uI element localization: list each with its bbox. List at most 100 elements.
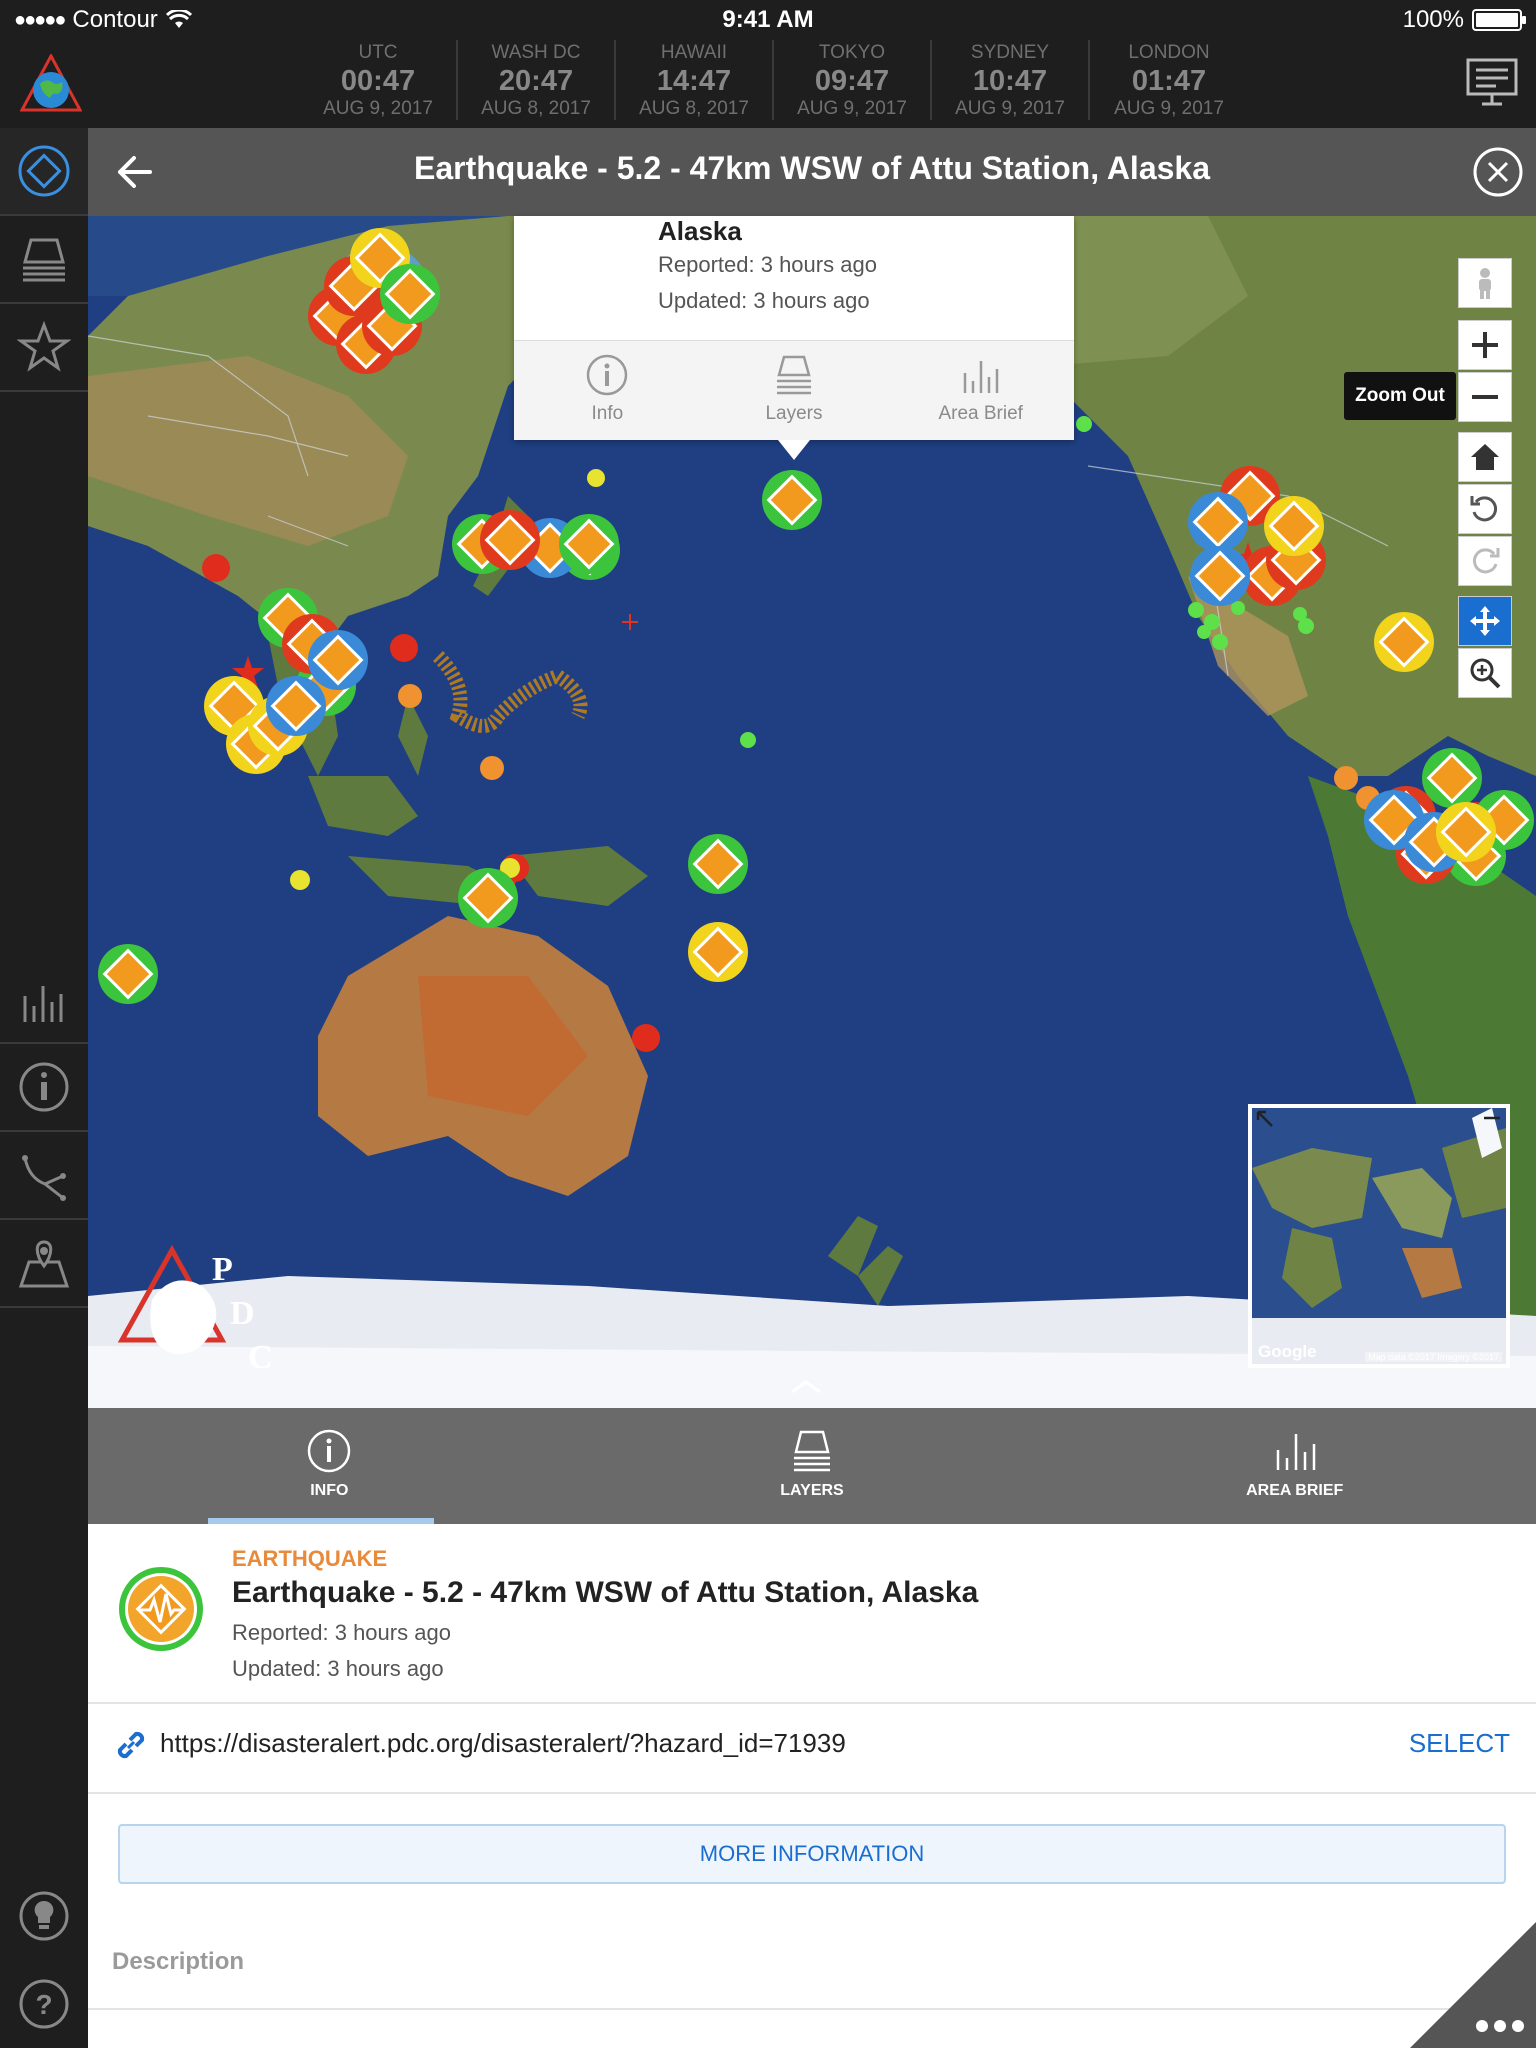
rail-route-button[interactable] bbox=[0, 1132, 88, 1220]
description-label: Description bbox=[112, 1948, 245, 1975]
bar-chart-icon bbox=[1276, 1434, 1315, 1470]
rotate-left-button[interactable] bbox=[1458, 484, 1512, 534]
clock-date: AUG 8, 2017 bbox=[481, 98, 591, 119]
map-pin-icon bbox=[18, 1240, 70, 1288]
clock-time: 09:47 bbox=[814, 65, 890, 97]
hazard-diamond-icon bbox=[18, 145, 70, 197]
globe-logo-icon[interactable] bbox=[20, 54, 82, 116]
rail-help-button[interactable]: ? bbox=[0, 1960, 88, 2048]
clock-time: 14:47 bbox=[656, 65, 732, 97]
pdc-letter-d: D bbox=[230, 1295, 255, 1332]
hazard-detail-panel: EARTHQUAKE Earthquake - 5.2 - 47km WSW o… bbox=[88, 1524, 1536, 2048]
clock-city: WASH DC bbox=[491, 42, 581, 63]
tab-layers[interactable]: LAYERS bbox=[571, 1408, 1054, 1524]
zoom-out-button[interactable] bbox=[1458, 372, 1512, 422]
rail-area-brief-button[interactable] bbox=[0, 956, 88, 1044]
street-view-button[interactable] bbox=[1458, 258, 1512, 308]
info-icon bbox=[308, 1429, 351, 1473]
clock-date: AUG 9, 2017 bbox=[323, 98, 433, 119]
left-nav-rail: ? bbox=[0, 128, 88, 2048]
popup-tab-bar: Info Layers Area Brief bbox=[514, 340, 1074, 440]
layers-icon bbox=[23, 238, 65, 282]
plus-icon bbox=[1472, 332, 1498, 358]
clock-date: AUG 9, 2017 bbox=[797, 98, 907, 119]
divider bbox=[88, 1702, 1536, 1704]
clock-date: AUG 9, 2017 bbox=[1114, 98, 1224, 119]
clock-hawaii: HAWAII 14:47 AUG 8, 2017 bbox=[616, 40, 774, 120]
popup-pointer bbox=[778, 440, 810, 460]
clock-time: 20:47 bbox=[498, 65, 574, 97]
help-icon: ? bbox=[19, 1979, 69, 2029]
clock-date: AUG 8, 2017 bbox=[639, 98, 749, 119]
tab-area-brief[interactable]: AREA BRIEF bbox=[1053, 1408, 1536, 1524]
more-information-button[interactable]: MORE INFORMATION bbox=[118, 1824, 1506, 1884]
hazard-detail-title: Earthquake - 5.2 - 47km WSW of Attu Stat… bbox=[232, 1576, 979, 1609]
popup-tab-info[interactable]: Info bbox=[514, 341, 701, 440]
pdc-letter-p: P bbox=[212, 1251, 233, 1288]
tab-info[interactable]: INFO bbox=[88, 1408, 571, 1524]
hazard-url[interactable]: https://disasteralert.pdc.org/disasteral… bbox=[160, 1728, 846, 1759]
overview-minimap[interactable]: Google Map data ©2017 Imagery ©2017 bbox=[1248, 1104, 1510, 1368]
minus-icon bbox=[1472, 395, 1498, 399]
clock-time: 01:47 bbox=[1131, 65, 1207, 97]
divider bbox=[88, 2008, 1536, 2010]
back-arrow-icon[interactable] bbox=[110, 150, 154, 194]
popup-title: Alaska bbox=[658, 216, 742, 246]
rail-layers-button[interactable] bbox=[0, 216, 88, 304]
clock-list: UTC 00:47 AUG 9, 2017 WASH DC 20:47 AUG … bbox=[300, 40, 1248, 120]
battery-percent: 100% bbox=[1402, 6, 1464, 33]
move-arrows-icon bbox=[1470, 606, 1500, 636]
detail-tab-bar: INFO LAYERS AREA BRIEF bbox=[88, 1408, 1536, 1524]
minimap-view: Google Map data ©2017 Imagery ©2017 bbox=[1252, 1108, 1506, 1364]
popup-tab-layers[interactable]: Layers bbox=[701, 341, 888, 440]
person-icon bbox=[1479, 268, 1491, 299]
zoom-out-tooltip: Zoom Out bbox=[1344, 372, 1456, 420]
zoom-in-button[interactable] bbox=[1458, 320, 1512, 370]
bar-chart-icon bbox=[23, 986, 63, 1022]
magnify-plus-icon bbox=[1470, 658, 1501, 689]
chevron-up-icon[interactable] bbox=[788, 1376, 824, 1396]
popup-tab-area-brief[interactable]: Area Brief bbox=[887, 341, 1074, 440]
zoom-box-button[interactable] bbox=[1458, 648, 1512, 698]
popup-tab-label: Area Brief bbox=[938, 403, 1023, 424]
rail-info-button[interactable] bbox=[0, 1044, 88, 1132]
layers-icon bbox=[794, 1430, 830, 1472]
popup-reported: Reported: 3 hours ago bbox=[658, 252, 877, 277]
hazard-title: Earthquake - 5.2 - 47km WSW of Attu Stat… bbox=[414, 150, 1210, 186]
minimap-google-label: Google bbox=[1258, 1342, 1317, 1361]
more-options-icon[interactable] bbox=[1410, 1922, 1536, 2048]
earthquake-icon bbox=[119, 1567, 203, 1651]
pan-button[interactable] bbox=[1458, 596, 1512, 646]
close-icon[interactable] bbox=[1472, 146, 1524, 198]
rail-hazards-button[interactable] bbox=[0, 128, 88, 216]
route-icon bbox=[22, 1155, 66, 1201]
tab-label: AREA BRIEF bbox=[1246, 1482, 1344, 1499]
clock-city: TOKYO bbox=[818, 42, 886, 63]
status-bar: ●●●●● Contour 9:41 AM 100% bbox=[0, 0, 1536, 40]
expand-arrow-icon[interactable] bbox=[1254, 1108, 1278, 1132]
select-link-button[interactable]: SELECT bbox=[1409, 1728, 1510, 1759]
clock-utc: UTC 00:47 AUG 9, 2017 bbox=[300, 40, 458, 120]
feed-list-icon[interactable] bbox=[1466, 58, 1518, 108]
battery-icon bbox=[1472, 9, 1526, 31]
clock-london: LONDON 01:47 AUG 9, 2017 bbox=[1090, 40, 1248, 120]
clock-city: HAWAII bbox=[660, 42, 728, 63]
minimize-icon[interactable] bbox=[1480, 1108, 1504, 1132]
clock-city: UTC bbox=[358, 42, 398, 63]
clock-date: AUG 9, 2017 bbox=[955, 98, 1065, 119]
home-button[interactable] bbox=[1458, 432, 1512, 482]
info-icon bbox=[587, 354, 628, 396]
tab-label: INFO bbox=[310, 1482, 349, 1499]
rail-map-button[interactable] bbox=[0, 1220, 88, 1308]
popup-updated: Updated: 3 hours ago bbox=[658, 288, 870, 313]
hazard-popup[interactable]: Alaska Reported: 3 hours ago Updated: 3 … bbox=[514, 216, 1074, 460]
rail-favorites-button[interactable] bbox=[0, 304, 88, 392]
rail-bulb-button[interactable] bbox=[0, 1872, 88, 1960]
bulb-icon bbox=[19, 1891, 69, 1941]
clock-city: SYDNEY bbox=[970, 42, 1050, 63]
rotate-right-button[interactable] bbox=[1458, 536, 1512, 586]
minimap-credits: Map data ©2017 Imagery ©2017 bbox=[1365, 1352, 1502, 1362]
pdc-letter-c: C bbox=[248, 1339, 273, 1376]
popup-tab-label: Info bbox=[591, 403, 624, 424]
pdc-logo: P D C bbox=[117, 1244, 273, 1376]
